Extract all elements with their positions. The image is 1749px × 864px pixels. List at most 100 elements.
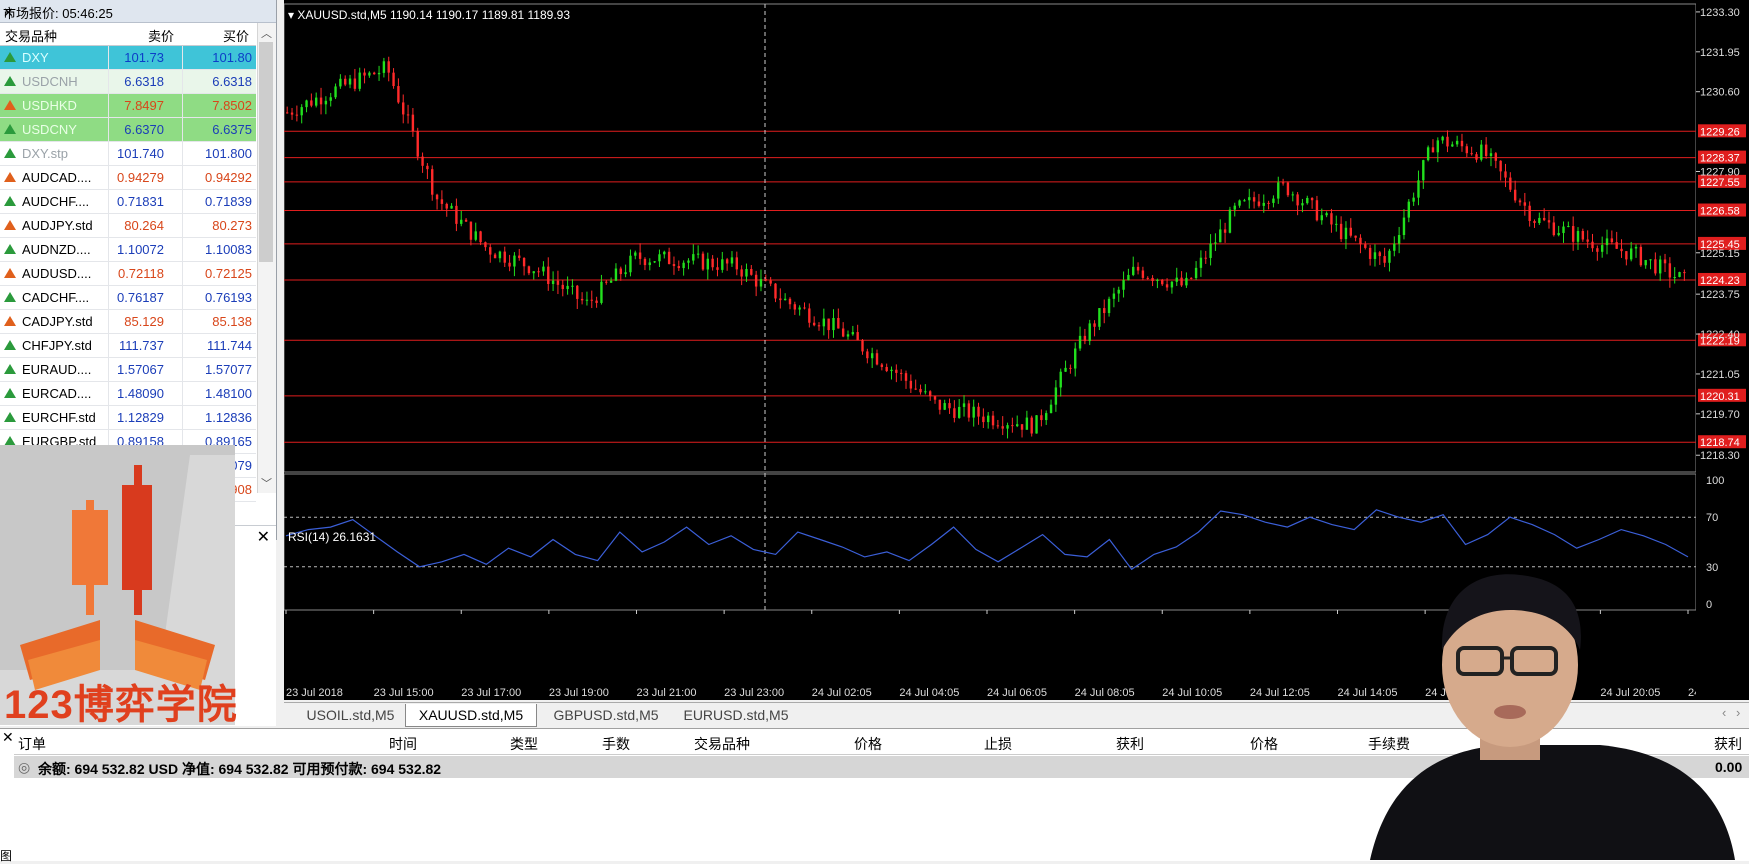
col-bid[interactable]: 卖价 (148, 26, 174, 45)
market-watch-row[interactable]: USDCNY 6.6370 6.6375 (0, 118, 256, 142)
market-watch-row[interactable]: AUDCAD.... 0.94279 0.94292 (0, 166, 256, 190)
th-order[interactable]: 订单 (18, 734, 46, 754)
candle-body (1330, 213, 1333, 225)
row-bid: 1.48090 (117, 386, 164, 401)
time-tick-label: 23 Jul 23:00 (724, 687, 784, 699)
market-watch-row[interactable]: AUDNZD.... 1.10072 1.10083 (0, 238, 256, 262)
candle-body (996, 425, 1000, 427)
th-stoploss[interactable]: 止损 (984, 734, 1012, 754)
candle-body (803, 307, 806, 309)
candle-body (426, 165, 429, 170)
tab-usoil[interactable]: USOIL.std,M5 (298, 704, 403, 726)
candle-body (1020, 424, 1024, 430)
candle-body (377, 72, 381, 75)
market-watch-row[interactable]: DXY.stp 101.740 101.800 (0, 142, 256, 166)
candle-body (837, 317, 840, 329)
candle-body (1103, 308, 1106, 314)
candle-body (1262, 202, 1265, 206)
candle-body (1310, 197, 1314, 201)
close-icon[interactable]: ✕ (3, 3, 270, 23)
candle-body (537, 271, 540, 273)
candle-body (1465, 146, 1469, 154)
candle-body (1678, 272, 1681, 277)
candle-body (402, 102, 405, 115)
candle-body (1557, 233, 1560, 236)
level-price-label: 1228.37 (1700, 153, 1740, 165)
scroll-down-icon[interactable]: ﹀ (261, 475, 272, 491)
candle-body (793, 304, 797, 310)
candle-body (1098, 308, 1101, 327)
market-watch-row[interactable]: CHFJPY.std 111.737 111.744 (0, 334, 256, 358)
time-tick-label: 23 Jul 2018 (286, 687, 343, 699)
tab-eurusd[interactable]: EURUSD.std,M5 (676, 704, 796, 726)
candle-body (518, 255, 521, 258)
price-tick-label: 1218.30 (1700, 450, 1740, 462)
candle-body (503, 251, 506, 263)
candle-body (629, 255, 632, 273)
tab-gbpusd[interactable]: GBPUSD.std,M5 (546, 704, 666, 726)
candle-body (334, 86, 337, 98)
candle-body (561, 284, 564, 290)
th-type[interactable]: 类型 (510, 734, 538, 754)
candle-body (1001, 426, 1004, 429)
row-bid: 101.740 (117, 146, 164, 161)
scroll-up-icon[interactable]: ︿ (261, 25, 272, 41)
candle-body (474, 231, 477, 240)
candle-body (1161, 279, 1164, 285)
row-symbol: DXY (22, 50, 49, 65)
candle-body (1146, 277, 1149, 279)
market-watch-row[interactable]: CADJPY.std 85.129 85.138 (0, 310, 256, 334)
candle-body (875, 353, 879, 365)
market-watch-row[interactable]: AUDCHF.... 0.71831 0.71839 (0, 190, 256, 214)
market-watch-row[interactable]: AUDJPY.std 80.264 80.273 (0, 214, 256, 238)
price-tick-label: 1223.75 (1700, 289, 1740, 301)
candle-body (460, 219, 463, 224)
candle-body (590, 299, 593, 301)
tab-xauusd[interactable]: XAUUSD.std,M5 (405, 704, 537, 727)
candle-body (706, 258, 709, 270)
market-watch-row[interactable]: EURCAD.... 1.48090 1.48100 (0, 382, 256, 406)
th-price2[interactable]: 价格 (1250, 734, 1278, 754)
candle-body (638, 252, 642, 259)
logo-text: 123博弈学院 (4, 683, 238, 727)
market-watch-row[interactable]: AUDUSD.... 0.72118 0.72125 (0, 262, 256, 286)
market-watch-row[interactable]: DXY 101.73 101.80 (0, 46, 256, 70)
time-tick-label: 23 Jul 21:00 (637, 687, 697, 699)
scrollbar-thumb[interactable] (259, 42, 273, 262)
candle-body (1175, 277, 1178, 282)
candle-body (571, 285, 574, 287)
candle-body (1383, 256, 1386, 263)
arrow-up-icon (4, 148, 16, 158)
webcam-overlay (1330, 570, 1749, 860)
rsi-axis-label: 70 (1706, 512, 1718, 524)
candle-body (1571, 226, 1575, 242)
th-symbol[interactable]: 交易品种 (694, 734, 750, 754)
candle-body (812, 322, 816, 326)
market-watch-row[interactable]: EURCHF.std 1.12829 1.12836 (0, 406, 256, 430)
candle-body (890, 369, 893, 372)
market-watch-row[interactable]: EURAUD.... 1.57067 1.57077 (0, 358, 256, 382)
market-watch-row[interactable]: CADCHF.... 0.76187 0.76193 (0, 286, 256, 310)
arrow-up-icon (4, 244, 16, 254)
candle-body (967, 403, 971, 418)
th-takeprofit[interactable]: 获利 (1116, 734, 1144, 754)
col-symbol[interactable]: 交易品种 (5, 26, 57, 45)
th-price[interactable]: 价格 (854, 734, 882, 754)
candle-body (1523, 202, 1527, 206)
arrow-down-icon (4, 172, 16, 182)
candle-body (1301, 203, 1304, 206)
candle-body (489, 247, 492, 255)
market-watch-row[interactable]: USDCNH 6.6318 6.6318 (0, 70, 256, 94)
navigator-close-icon[interactable]: ✕ (257, 528, 270, 548)
candle-body (1480, 144, 1483, 160)
terminal-close-icon[interactable]: ✕ (2, 729, 14, 746)
candle-body (1658, 259, 1662, 274)
candle-body (1248, 197, 1251, 201)
candle-body (774, 283, 777, 299)
market-watch-row[interactable]: USDHKD 7.8497 7.8502 (0, 94, 256, 118)
col-ask[interactable]: 买价 (223, 26, 249, 45)
candle-body (1591, 241, 1594, 249)
th-time[interactable]: 时间 (389, 734, 417, 754)
th-lots[interactable]: 手数 (602, 734, 630, 754)
candle-body (822, 318, 826, 327)
